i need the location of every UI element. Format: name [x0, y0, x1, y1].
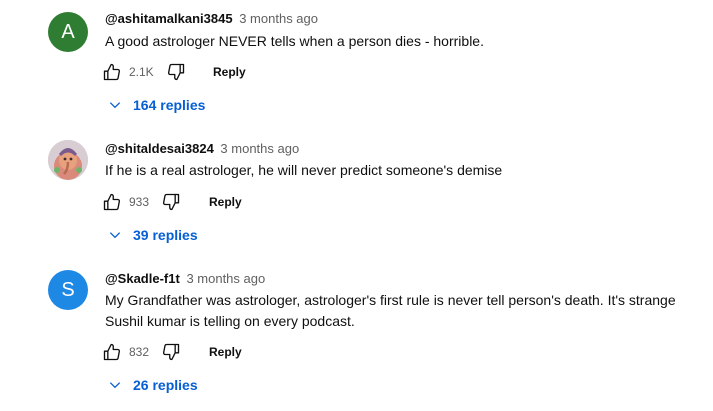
avatar[interactable]: S	[48, 270, 88, 310]
thumbs-down-icon	[163, 193, 180, 211]
dislike-button[interactable]	[159, 340, 183, 364]
comment-time[interactable]: 3 months ago	[239, 11, 318, 26]
replies-label: 26 replies	[133, 377, 198, 393]
comment-actions: 933 Reply	[100, 190, 300, 214]
comment-header: @shitaldesai3824 3 months ago	[105, 141, 299, 156]
replies-label: 39 replies	[133, 227, 198, 243]
reply-button[interactable]: Reply	[209, 345, 242, 359]
thumbs-down-icon	[167, 63, 184, 81]
like-count: 832	[129, 345, 150, 359]
comment-header: @ashitamalkani3845 3 months ago	[105, 11, 318, 26]
comment-text: A good astrologer NEVER tells when a per…	[105, 33, 484, 49]
comment-time[interactable]: 3 months ago	[186, 271, 265, 286]
comment-actions: 2.1K Reply	[100, 60, 300, 84]
view-replies-button[interactable]: 39 replies	[108, 223, 198, 247]
dislike-button[interactable]	[164, 60, 188, 84]
thumbs-up-icon	[103, 193, 121, 211]
like-button[interactable]	[100, 340, 124, 364]
like-count: 2.1K	[129, 65, 154, 79]
like-button[interactable]	[100, 190, 124, 214]
thumbs-up-icon	[103, 63, 121, 81]
replies-label: 164 replies	[133, 97, 206, 113]
like-button[interactable]	[100, 60, 124, 84]
reply-button[interactable]: Reply	[209, 195, 242, 209]
comment-author[interactable]: @Skadle-f1t	[105, 271, 180, 286]
chevron-down-icon	[109, 102, 121, 109]
comment-time[interactable]: 3 months ago	[220, 141, 299, 156]
reply-button[interactable]: Reply	[213, 65, 246, 79]
comment-header: @Skadle-f1t 3 months ago	[105, 271, 265, 286]
avatar-image-icon	[48, 140, 88, 180]
view-replies-button[interactable]: 26 replies	[108, 373, 198, 397]
comment-author[interactable]: @ashitamalkani3845	[105, 11, 233, 26]
avatar[interactable]: A	[48, 12, 88, 52]
avatar-letter: A	[61, 20, 75, 43]
chevron-down-icon	[109, 382, 121, 389]
comment-text: If he is a real astrologer, he will neve…	[105, 162, 503, 178]
comment-author[interactable]: @shitaldesai3824	[105, 141, 214, 156]
comment-actions: 832 Reply	[100, 340, 300, 364]
avatar[interactable]	[48, 140, 88, 180]
comment-text: My Grandfather was astrologer, astrologe…	[105, 292, 676, 329]
view-replies-button[interactable]: 164 replies	[108, 93, 205, 117]
thumbs-up-icon	[103, 343, 121, 361]
dislike-button[interactable]	[159, 190, 183, 214]
thumbs-down-icon	[163, 343, 180, 361]
avatar-letter: S	[61, 278, 75, 301]
chevron-down-icon	[109, 232, 121, 239]
like-count: 933	[129, 195, 150, 209]
